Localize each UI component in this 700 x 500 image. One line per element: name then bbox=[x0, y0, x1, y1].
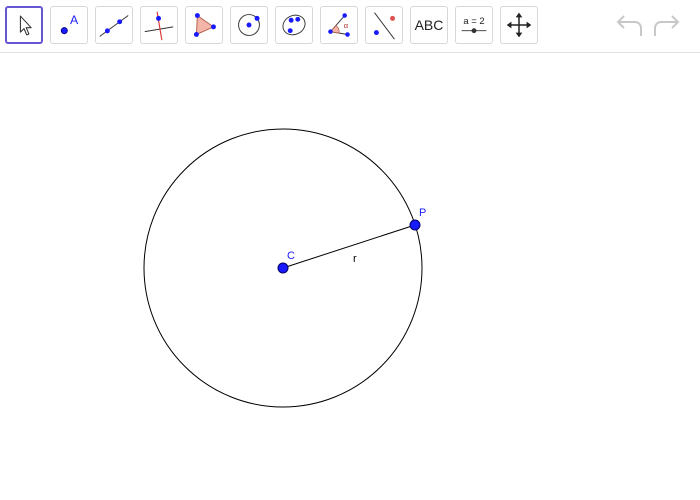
reflect-tool-button[interactable] bbox=[365, 6, 403, 44]
label-c: C bbox=[287, 250, 295, 262]
point-tool-button[interactable]: A bbox=[50, 6, 88, 44]
point-c[interactable] bbox=[277, 262, 289, 274]
slider-tool-button[interactable]: a = 2 bbox=[455, 6, 493, 44]
circle-with-center-icon bbox=[238, 14, 260, 36]
graphics-view[interactable]: C P r bbox=[0, 53, 700, 500]
reflect-about-line-icon bbox=[373, 12, 395, 40]
angle-tool-label: α bbox=[344, 21, 349, 30]
polygon-icon bbox=[193, 13, 216, 37]
text-tool-button[interactable]: ABC bbox=[410, 6, 448, 44]
point-icon: A bbox=[60, 13, 79, 35]
perpendicular-tool-button[interactable] bbox=[140, 6, 178, 44]
arrow-pointer-icon bbox=[19, 15, 32, 36]
label-r: r bbox=[353, 253, 357, 265]
undo-button[interactable] bbox=[613, 12, 645, 40]
undo-icon bbox=[616, 15, 642, 36]
angle-icon: α bbox=[328, 13, 350, 37]
radius-segment-r[interactable] bbox=[282, 224, 416, 269]
perpendicular-line-icon bbox=[144, 11, 174, 41]
slider-tool-label: a = 2 bbox=[463, 16, 484, 27]
redo-icon bbox=[654, 15, 680, 36]
text-tool-label: ABC bbox=[414, 17, 444, 33]
line-through-two-points-icon bbox=[99, 15, 129, 37]
toolbar: A α ABC a = 2 bbox=[0, 0, 700, 53]
ellipse-icon bbox=[282, 14, 306, 36]
polygon-tool-button[interactable] bbox=[185, 6, 223, 44]
move-graphics-view-icon bbox=[506, 12, 532, 38]
move-tool-button[interactable] bbox=[5, 6, 43, 44]
slider-icon: a = 2 bbox=[461, 16, 487, 34]
circle-tool-button[interactable] bbox=[230, 6, 268, 44]
angle-tool-button[interactable]: α bbox=[320, 6, 358, 44]
redo-button[interactable] bbox=[651, 12, 683, 40]
line-tool-button[interactable] bbox=[95, 6, 133, 44]
move-graphics-view-tool-button[interactable] bbox=[500, 6, 538, 44]
point-p[interactable] bbox=[409, 219, 421, 231]
point-tool-label: A bbox=[70, 13, 79, 27]
label-p: P bbox=[419, 207, 426, 219]
ellipse-tool-button[interactable] bbox=[275, 6, 313, 44]
